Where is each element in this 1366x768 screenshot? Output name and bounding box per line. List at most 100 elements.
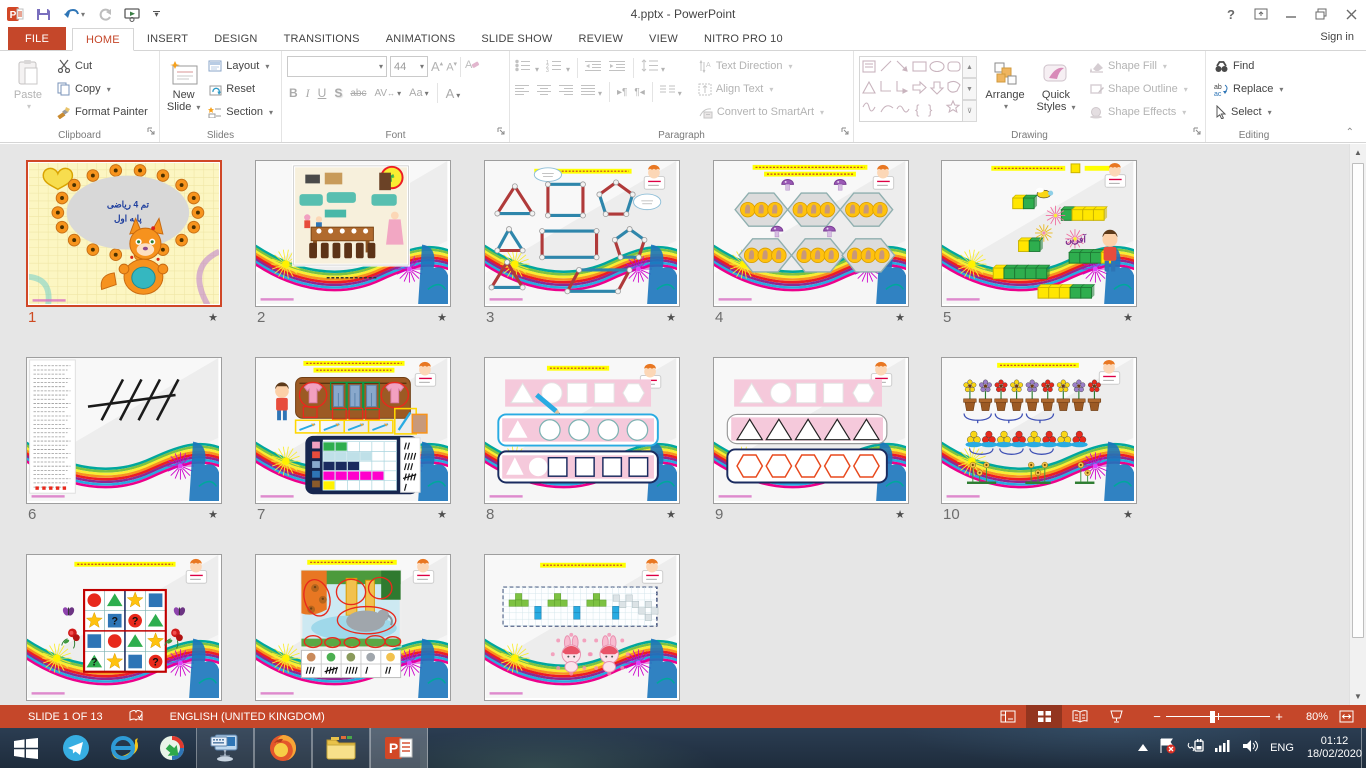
tab-insert[interactable]: INSERT [134,27,201,50]
tab-review[interactable]: REVIEW [565,27,636,50]
text-shadow-button[interactable]: S [334,86,342,100]
bullets-icon[interactable]: ▾ [515,59,539,77]
firefox-icon[interactable] [254,728,312,768]
minimize-icon[interactable] [1276,0,1306,28]
tab-slide-show[interactable]: SLIDE SHOW [468,27,565,50]
slide-thumbnail-4[interactable] [713,160,909,307]
drawing-dialog-launcher-icon[interactable] [1193,127,1202,139]
align-right-icon[interactable] [559,83,574,101]
slide-thumbnail-1[interactable]: تم 4 ریاضیپایه اول [26,160,222,307]
reading-view-icon[interactable] [1062,705,1098,728]
shape-fill-button[interactable]: Shape Fill▾ [1086,55,1191,77]
input-language-indicator[interactable]: ENG [1270,742,1294,754]
cut-button[interactable]: Cut [54,55,151,77]
shape-effects-button[interactable]: Shape Effects▾ [1086,101,1191,123]
on-screen-keyboard-icon[interactable] [196,728,254,768]
slide-thumbnail-12[interactable] [255,554,451,701]
action-center-icon[interactable] [1159,738,1176,759]
vertical-scrollbar[interactable]: ▲ ▼ [1349,144,1366,705]
tab-view[interactable]: VIEW [636,27,691,50]
help-icon[interactable]: ? [1216,0,1246,28]
slide-thumbnail-5[interactable]: آفرین [941,160,1137,307]
normal-view-icon[interactable] [990,705,1026,728]
show-desktop-button[interactable] [1361,728,1366,768]
quick-styles-button[interactable]: QuickStyles ▾ [1033,54,1079,114]
slide-thumbnail-8[interactable] [484,357,680,504]
underline-button[interactable]: U [318,86,327,100]
justify-icon[interactable]: ▾ [581,83,602,101]
taskbar-clock[interactable]: 01:1218/02/2020 [1307,735,1362,761]
font-color-button[interactable]: A▾ [446,86,461,101]
zoom-slider-handle[interactable] [1210,711,1215,723]
tab-home[interactable]: HOME [72,28,134,51]
grow-font-icon[interactable]: A▴ [431,59,443,74]
slide-show-icon[interactable] [1098,705,1134,728]
align-text-button[interactable]: Align Text▾ [695,78,827,100]
character-spacing-button[interactable]: AV↔▾ [374,88,401,99]
clipboard-dialog-launcher-icon[interactable] [147,127,156,139]
format-painter-button[interactable]: Format Painter [54,101,151,123]
ltr-text-direction-icon[interactable]: ▸¶ [617,87,627,98]
change-case-button[interactable]: Aa▾ [409,87,428,99]
slide-thumbnail-11[interactable]: ???? [26,554,222,701]
font-size-combobox[interactable]: 44▾ [390,56,428,77]
scroll-down-icon[interactable]: ▼ [1350,688,1366,705]
align-center-icon[interactable] [537,83,552,101]
restore-icon[interactable] [1306,0,1336,28]
tab-design[interactable]: DESIGN [201,27,270,50]
fit-slide-to-window-icon[interactable] [1334,705,1358,728]
slide-thumbnail-3[interactable] [484,160,680,307]
slide-thumbnail-6[interactable] [26,357,222,504]
shape-outline-button[interactable]: Shape Outline▾ [1086,78,1191,100]
shrink-font-icon[interactable]: A▾ [446,60,457,74]
zoom-level[interactable]: 80% [1288,711,1328,723]
paragraph-dialog-launcher-icon[interactable] [841,127,850,139]
arrange-button[interactable]: Arrange ▾ [980,54,1030,113]
zoom-slider[interactable] [1166,705,1270,728]
select-button[interactable]: Select▾ [1211,101,1286,123]
new-slide-button[interactable]: NewSlide ▾ [165,54,202,114]
shapes-scroll-up-icon[interactable]: ▲ [963,56,977,78]
paste-button[interactable]: Paste ▾ [5,54,51,113]
tab-file[interactable]: FILE [8,27,66,50]
convert-to-smartart-button[interactable]: Convert to SmartArt▾ [695,101,827,123]
line-spacing-icon[interactable]: ▾ [641,59,665,77]
collapse-ribbon-icon[interactable]: ⌃ [1346,127,1354,138]
align-left-icon[interactable] [515,83,530,101]
network-signal-icon[interactable] [1215,739,1232,757]
shapes-more-icon[interactable]: ⊽ [963,100,977,122]
strikethrough-button[interactable]: abc [350,88,366,99]
slide-thumbnail-13[interactable] [484,554,680,701]
language-indicator[interactable]: ENGLISH (UNITED KINGDOM) [170,711,325,723]
bold-button[interactable]: B [289,86,298,100]
telegram-icon[interactable] [52,728,100,768]
text-direction-button[interactable]: A Text Direction▾ [695,55,827,77]
increase-indent-icon[interactable] [609,59,626,77]
tab-transitions[interactable]: TRANSITIONS [271,27,373,50]
volume-icon[interactable] [1243,739,1259,758]
italic-button[interactable]: I [306,86,310,101]
scrollbar-thumb[interactable] [1352,163,1364,638]
font-dialog-launcher-icon[interactable] [497,127,506,139]
tab-animations[interactable]: ANIMATIONS [373,27,469,50]
file-explorer-icon[interactable] [312,728,370,768]
replace-button[interactable]: abac Replace▾ [1211,78,1286,100]
find-button[interactable]: Find [1211,55,1286,77]
tab-nitro-pro[interactable]: NITRO PRO 10 [691,27,796,50]
spell-check-icon[interactable] [129,709,144,725]
sign-in-link[interactable]: Sign in [1320,31,1354,43]
shapes-scroll-down-icon[interactable]: ▼ [963,78,977,100]
slide-thumbnail-10[interactable] [941,357,1137,504]
clear-formatting-icon[interactable]: A [464,57,480,76]
slide-thumbnail-7[interactable] [255,357,451,504]
power-plug-icon[interactable] [1187,738,1204,758]
copy-button[interactable]: Copy▾ [54,78,151,100]
slide-sorter-view-icon[interactable] [1026,705,1062,728]
rtl-text-direction-icon[interactable]: ¶◂ [634,87,644,98]
zoom-out-icon[interactable]: − [1148,709,1166,724]
shapes-gallery[interactable]: { } ▲ ▼ ⊽ [859,56,977,122]
idm-icon[interactable] [148,728,196,768]
section-button[interactable]: Section▾ [205,101,276,123]
show-hidden-icons-icon[interactable] [1138,739,1148,757]
reset-button[interactable]: Reset [205,78,276,100]
